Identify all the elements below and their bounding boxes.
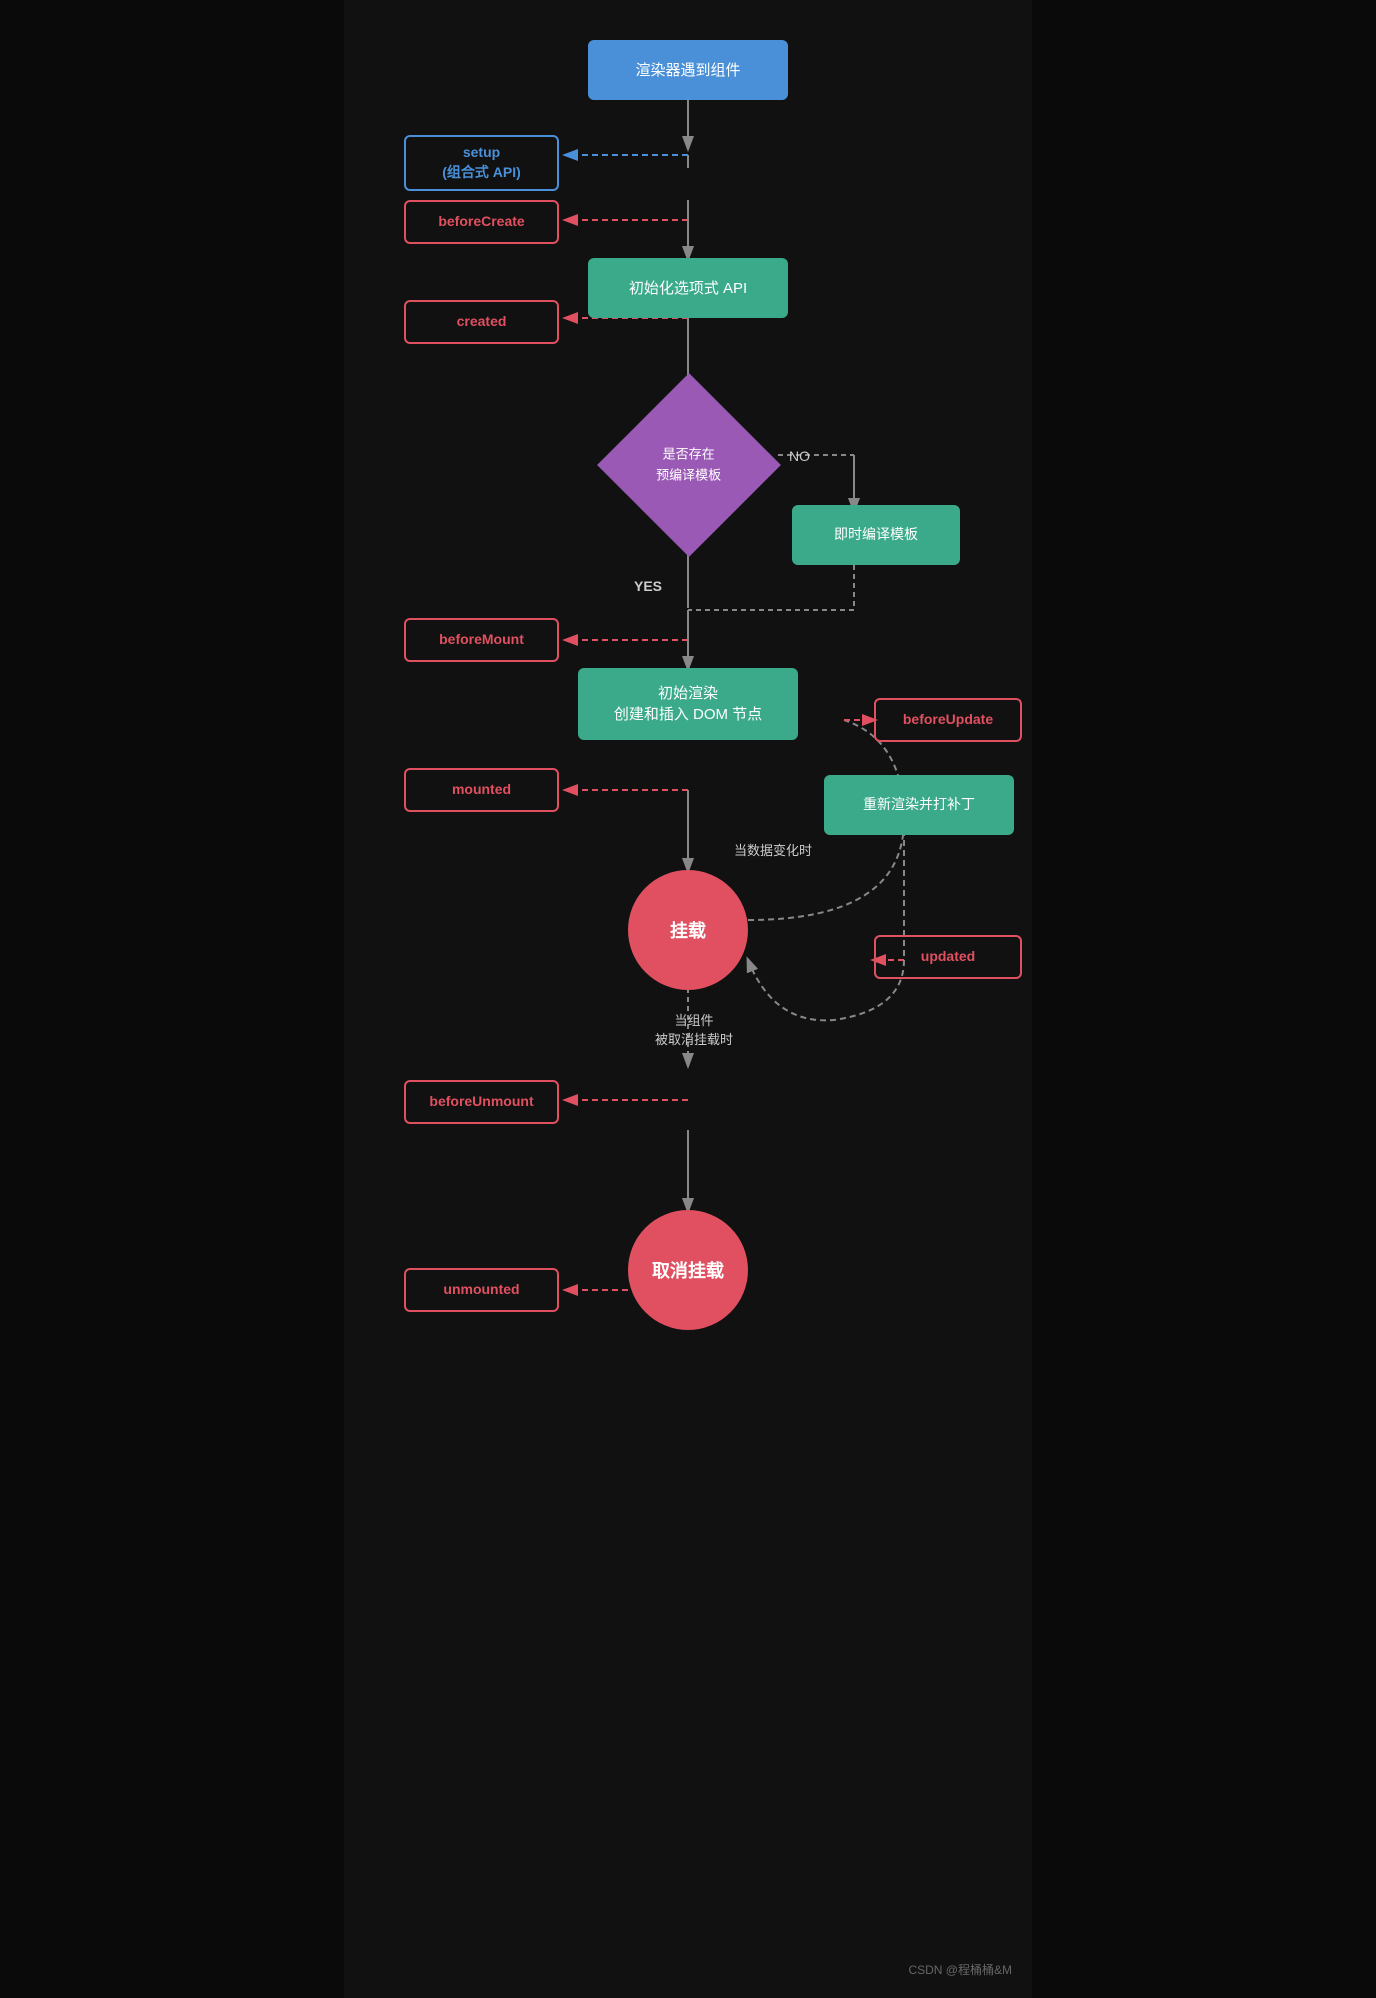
before-update-box: beforeUpdate	[874, 698, 1022, 742]
mounted-box: mounted	[404, 768, 559, 812]
before-mount-box: beforeMount	[404, 618, 559, 662]
yes-label: YES	[634, 578, 662, 594]
re-render-box: 重新渲染并打补丁	[824, 775, 1014, 835]
initial-render-box: 初始渲染 创建和插入 DOM 节点	[578, 668, 798, 740]
data-change-label: 当数据变化时	[734, 840, 812, 859]
mounted-circle: 挂载	[628, 870, 748, 990]
setup-api-box: setup (组合式 API)	[404, 135, 559, 191]
watermark: CSDN @程桶桶&M	[908, 1961, 1012, 1978]
updated-box: updated	[874, 935, 1022, 979]
created-box: created	[404, 300, 559, 344]
jit-compile-box: 即时编译模板	[792, 505, 960, 565]
before-create-box: beforeCreate	[404, 200, 559, 244]
precompiled-template-diamond: 是否存在 预编译模板	[597, 373, 781, 557]
diagram-container: 渲染器遇到组件 setup (组合式 API) beforeCreate 初始化…	[344, 0, 1032, 1998]
renderer-meets-component: 渲染器遇到组件	[588, 40, 788, 100]
before-unmount-box: beforeUnmount	[404, 1080, 559, 1124]
no-label: NO	[789, 448, 810, 464]
unmounted-box: unmounted	[404, 1268, 559, 1312]
init-options-api-box: 初始化选项式 API	[588, 258, 788, 318]
when-unmount-label: 当组件 被取消挂载时	[634, 1010, 754, 1048]
unmount-circle: 取消挂载	[628, 1210, 748, 1330]
